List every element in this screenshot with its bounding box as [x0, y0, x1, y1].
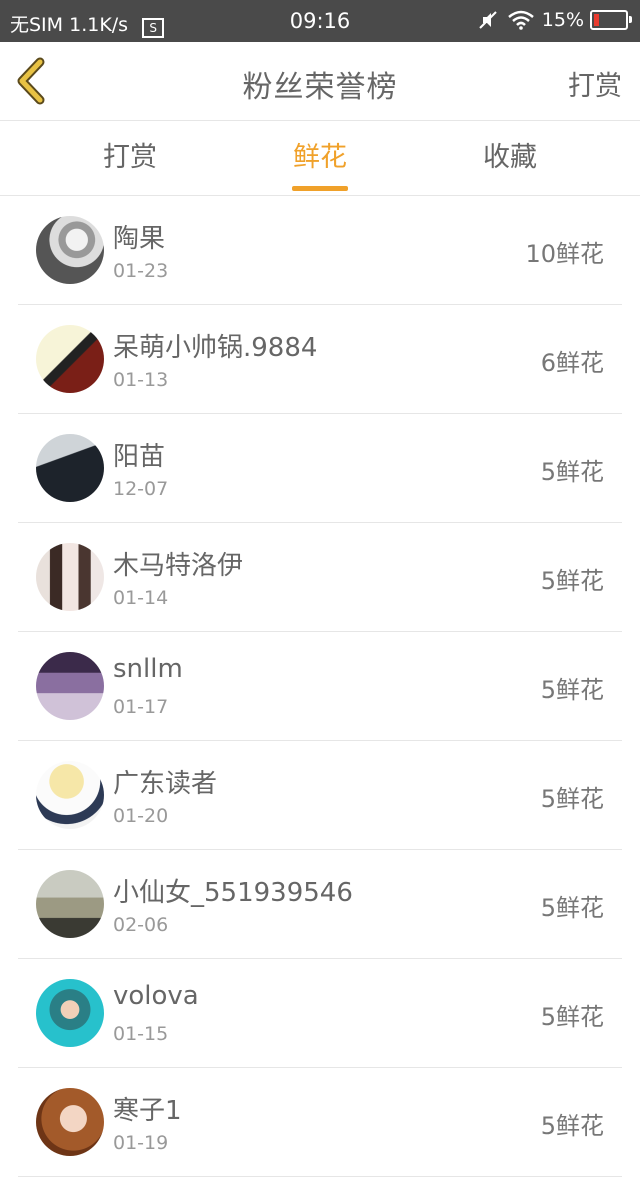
avatar: [36, 434, 104, 502]
flower-count: 5鲜花: [540, 1003, 604, 1031]
list-item[interactable]: volova 01-15 5鲜花: [18, 959, 622, 1068]
list-item[interactable]: 阳苗 12-07 5鲜花: [18, 414, 622, 523]
fan-date: 01-13: [113, 369, 169, 391]
battery-fill: [594, 14, 599, 26]
fan-name: 小仙女_551939546: [113, 878, 353, 908]
battery-percent: 15%: [541, 9, 584, 31]
fan-name: 陶果: [113, 224, 166, 254]
reward-button[interactable]: 打赏: [568, 64, 622, 103]
list-item[interactable]: 木马特洛伊 01-14 5鲜花: [18, 523, 622, 632]
list-item[interactable]: 呆萌小帅锅.9884 01-13 6鲜花: [18, 305, 622, 414]
fan-date: 01-15: [113, 1023, 169, 1045]
fan-name: 寒子1: [113, 1096, 182, 1126]
flower-count: 5鲜花: [540, 785, 604, 813]
fan-date: 12-07: [113, 478, 169, 500]
list-item[interactable]: 广东读者 01-20 5鲜花: [18, 741, 622, 850]
avatar: [36, 543, 104, 611]
tab-label: 打赏: [103, 142, 157, 173]
fan-list: 陶果 01-23 10鲜花 呆萌小帅锅.9884 01-13 6鲜花 阳苗 12…: [0, 196, 640, 1177]
tab-label: 收藏: [483, 142, 537, 173]
wifi-icon: [507, 10, 534, 30]
fan-name: 广东读者: [113, 769, 218, 799]
avatar: [36, 216, 104, 284]
flower-count: 5鲜花: [540, 567, 604, 595]
fan-name: volova: [113, 981, 199, 1011]
fan-name: 木马特洛伊: [113, 551, 244, 581]
tab-flowers[interactable]: 鲜花: [260, 121, 380, 195]
flower-count: 5鲜花: [540, 458, 604, 486]
fan-date: 01-23: [113, 260, 169, 282]
fan-date: 01-17: [113, 696, 169, 718]
avatar: [36, 761, 104, 829]
status-right: 15%: [478, 9, 632, 31]
fan-name: 阳苗: [113, 442, 166, 472]
list-item[interactable]: 寒子1 01-19 5鲜花: [18, 1068, 622, 1177]
list-item[interactable]: 小仙女_551939546 02-06 5鲜花: [18, 850, 622, 959]
list-item[interactable]: snllm 01-17 5鲜花: [18, 632, 622, 741]
fan-name: 呆萌小帅锅.9884: [113, 333, 318, 363]
tab-favorites[interactable]: 收藏: [450, 121, 570, 195]
avatar: [36, 870, 104, 938]
fan-date: 01-20: [113, 805, 169, 827]
flower-count: 5鲜花: [540, 894, 604, 922]
nav-bar: 粉丝荣誉榜 打赏: [0, 42, 640, 121]
fan-date: 02-06: [113, 914, 169, 936]
avatar: [36, 325, 104, 393]
list-item[interactable]: 陶果 01-23 10鲜花: [18, 196, 622, 305]
tab-reward[interactable]: 打赏: [70, 121, 190, 195]
flower-count: 6鲜花: [540, 349, 604, 377]
tab-active-indicator: [292, 186, 348, 191]
status-bar: 无SIM 1.1K/s S 09:16 15%: [0, 0, 640, 42]
avatar: [36, 652, 104, 720]
battery-icon: [590, 10, 632, 30]
tab-label: 鲜花: [293, 142, 347, 173]
page-title: 粉丝荣誉榜: [242, 70, 398, 105]
mute-icon: [479, 11, 497, 29]
fan-date: 01-14: [113, 587, 169, 609]
avatar: [36, 979, 104, 1047]
fan-date: 01-19: [113, 1132, 169, 1154]
flower-count: 10鲜花: [525, 240, 604, 268]
flower-count: 5鲜花: [540, 676, 604, 704]
avatar: [36, 1088, 104, 1156]
flower-count: 5鲜花: [540, 1112, 604, 1140]
tab-bar: 打赏 鲜花 收藏: [0, 121, 640, 196]
fan-name: snllm: [113, 654, 183, 684]
